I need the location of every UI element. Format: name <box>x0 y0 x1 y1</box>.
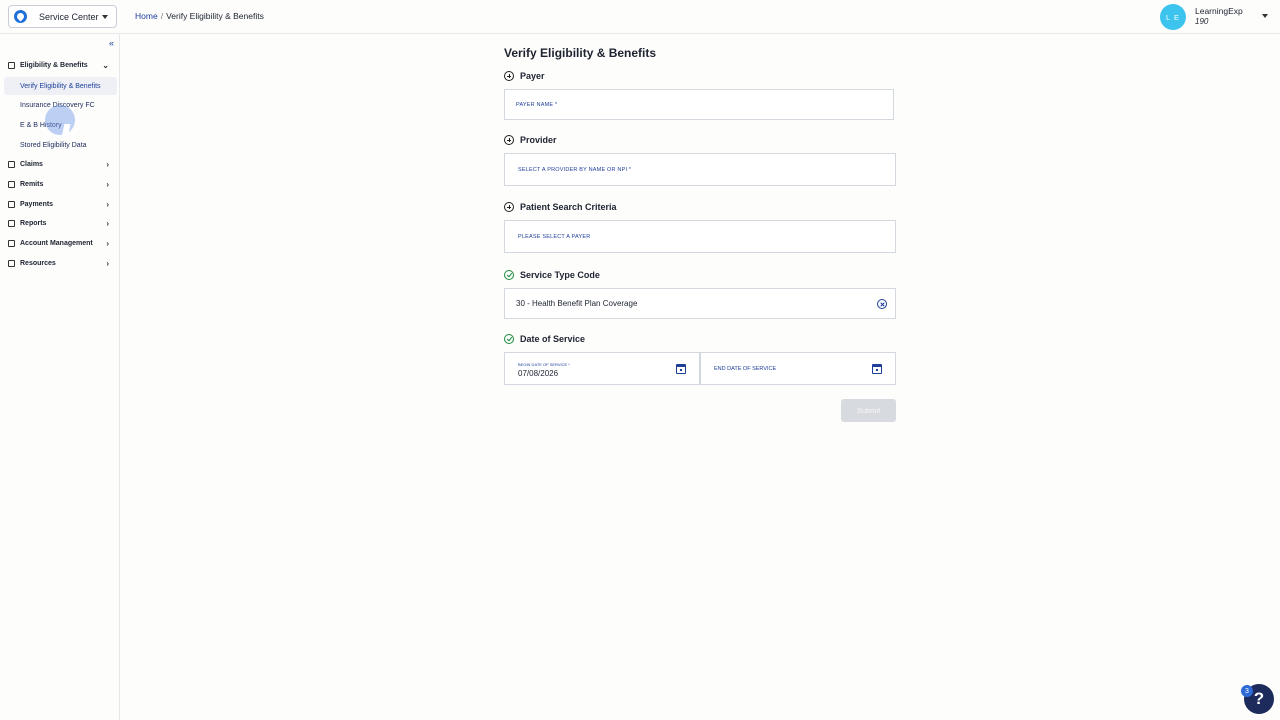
date-range: BEGIN DATE OF SERVICE * 07/08/2026 END D… <box>504 352 896 385</box>
chevron-right-icon: › <box>106 238 109 248</box>
sidebar-group-label: Payments <box>20 200 54 208</box>
sidebar-item-label: Verify Eligibility & Benefits <box>20 82 101 90</box>
patient-search-field[interactable]: PLEASE SELECT A PAYER <box>504 220 896 253</box>
payer-name-placeholder: PAYER NAME * <box>516 101 558 108</box>
page-title: Verify Eligibility & Benefits <box>504 46 657 60</box>
service-type-heading: Service Type Code <box>504 268 896 282</box>
chevron-right-icon: › <box>106 258 109 268</box>
sidebar-group-label: Reports <box>20 219 47 227</box>
chevron-right-icon: › <box>106 199 109 209</box>
sidebar-group-reports[interactable]: Reports › <box>0 214 120 232</box>
payer-section: Payer PAYER NAME * <box>504 69 896 120</box>
remits-icon <box>8 180 15 188</box>
payer-name-input[interactable]: PAYER NAME * <box>504 89 894 120</box>
clear-icon[interactable] <box>877 299 887 309</box>
user-name[interactable]: LearningExp <box>1195 6 1243 16</box>
patient-search-placeholder: PLEASE SELECT A PAYER <box>518 233 591 240</box>
sidebar-group-label: Remits <box>20 180 44 188</box>
sidebar-group-label: Eligibility & Benefits <box>20 61 88 69</box>
check-circle-icon <box>504 334 514 344</box>
sidebar: « Eligibility & Benefits ⌄ Verify Eligib… <box>0 34 120 720</box>
begin-date-label: BEGIN DATE OF SERVICE * <box>518 362 570 367</box>
expand-plus-icon[interactable] <box>504 71 514 81</box>
payer-heading[interactable]: Payer <box>504 69 896 83</box>
chevron-right-icon: › <box>106 218 109 228</box>
breadcrumb-separator: / <box>160 11 164 21</box>
service-center-selector[interactable]: Service Center <box>8 5 117 28</box>
breadcrumb: Home / Verify Eligibility & Benefits <box>135 11 264 21</box>
cursor-highlight <box>45 105 75 135</box>
sidebar-group-eligibility[interactable]: Eligibility & Benefits ⌄ <box>0 56 120 74</box>
reports-icon <box>8 219 15 227</box>
account-icon <box>8 239 15 247</box>
claims-icon <box>8 160 15 168</box>
resources-icon <box>8 259 15 267</box>
begin-date-field[interactable]: BEGIN DATE OF SERVICE * 07/08/2026 <box>504 352 700 385</box>
date-of-service-heading: Date of Service <box>504 332 896 346</box>
chevron-right-icon: › <box>106 179 109 189</box>
collapse-sidebar-icon[interactable]: « <box>109 38 114 48</box>
eligibility-icon <box>8 61 15 69</box>
provider-select[interactable]: SELECT A PROVIDER BY NAME OR NPI * <box>504 153 896 186</box>
sidebar-group-resources[interactable]: Resources › <box>0 254 120 272</box>
sidebar-group-payments[interactable]: Payments › <box>0 195 120 213</box>
provider-section: Provider SELECT A PROVIDER BY NAME OR NP… <box>504 133 896 186</box>
section-title: Payer <box>520 71 545 81</box>
calendar-icon[interactable] <box>676 364 686 374</box>
sidebar-group-remits[interactable]: Remits › <box>0 175 120 193</box>
service-center-label: Service Center <box>39 11 99 22</box>
sidebar-item-verify-eligibility[interactable]: Verify Eligibility & Benefits <box>4 77 117 95</box>
end-date-field[interactable]: END DATE OF SERVICE <box>700 352 896 385</box>
patient-search-section: Patient Search Criteria PLEASE SELECT A … <box>504 200 896 253</box>
sidebar-group-label: Account Management <box>20 239 93 247</box>
check-circle-icon <box>504 270 514 280</box>
section-title: Provider <box>520 135 557 145</box>
section-title: Service Type Code <box>520 270 600 280</box>
chevron-right-icon: › <box>106 159 109 169</box>
submit-button[interactable]: Submit <box>841 399 896 422</box>
provider-heading[interactable]: Provider <box>504 133 896 147</box>
sidebar-item-stored-eligibility[interactable]: Stored Eligibility Data <box>4 136 117 154</box>
sidebar-group-claims[interactable]: Claims › <box>0 155 120 173</box>
main-content: Verify Eligibility & Benefits Payer PAYE… <box>120 34 1280 720</box>
section-title: Patient Search Criteria <box>520 202 617 212</box>
user-id: 190 <box>1195 17 1209 26</box>
calendar-icon[interactable] <box>872 364 882 374</box>
section-title: Date of Service <box>520 334 586 344</box>
patient-search-heading[interactable]: Patient Search Criteria <box>504 200 896 214</box>
service-type-select[interactable]: 30 - Health Benefit Plan Coverage <box>504 288 896 319</box>
top-bar: Service Center Home / Verify Eligibility… <box>0 0 1280 34</box>
expand-plus-icon[interactable] <box>504 202 514 212</box>
help-notification-badge: 3 <box>1241 685 1253 697</box>
end-date-placeholder: END DATE OF SERVICE <box>714 366 777 372</box>
service-type-value: 30 - Health Benefit Plan Coverage <box>516 299 638 308</box>
payments-icon <box>8 200 15 208</box>
sidebar-group-label: Claims <box>20 160 43 168</box>
user-avatar[interactable]: L E <box>1160 4 1186 30</box>
provider-placeholder: SELECT A PROVIDER BY NAME OR NPI * <box>518 166 632 173</box>
chevron-down-icon: ⌄ <box>102 60 109 70</box>
user-menu-chevron-icon[interactable] <box>1262 14 1268 18</box>
brand-logo-icon <box>14 10 27 23</box>
expand-plus-icon[interactable] <box>504 135 514 145</box>
service-type-section: Service Type Code 30 - Health Benefit Pl… <box>504 268 896 319</box>
sidebar-group-account-management[interactable]: Account Management › <box>0 234 120 252</box>
breadcrumb-home-link[interactable]: Home <box>135 11 158 21</box>
chevron-down-icon <box>102 15 108 19</box>
begin-date-value: 07/08/2026 <box>518 369 559 378</box>
date-of-service-section: Date of Service BEGIN DATE OF SERVICE * … <box>504 332 896 385</box>
breadcrumb-current: Verify Eligibility & Benefits <box>166 11 264 21</box>
sidebar-group-label: Resources <box>20 259 56 267</box>
sidebar-item-label: Stored Eligibility Data <box>20 141 87 149</box>
